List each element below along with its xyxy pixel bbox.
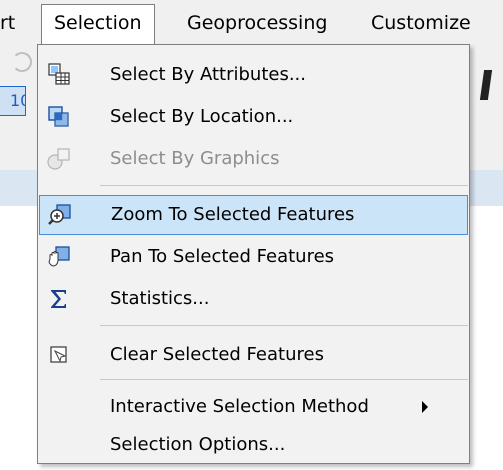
pan-to-selected-icon bbox=[47, 245, 71, 269]
menu-selection[interactable]: Selection bbox=[41, 4, 155, 46]
menu-item-select-by-graphics: Select By Graphics bbox=[38, 139, 469, 179]
menu-customize[interactable]: Customize bbox=[371, 12, 471, 34]
menu-geoprocessing[interactable]: Geoprocessing bbox=[187, 12, 327, 34]
menu-item-label: Select By Location... bbox=[110, 106, 294, 127]
menu-item-label: Zoom To Selected Features bbox=[111, 204, 355, 225]
menubar: rt Selection Geoprocessing Customize bbox=[0, 0, 503, 46]
menu-item-label: Select By Attributes... bbox=[110, 64, 306, 85]
select-by-location-icon bbox=[47, 105, 71, 129]
menu-item-select-by-attributes[interactable]: Select By Attributes... bbox=[38, 55, 469, 95]
toolbar-row-background-right bbox=[470, 170, 503, 206]
menu-item-label: Pan To Selected Features bbox=[110, 246, 335, 267]
sigma-icon bbox=[47, 287, 71, 311]
menu-item-label: Select By Graphics bbox=[110, 148, 280, 169]
zoom-to-selected-icon bbox=[48, 203, 72, 227]
scale-combo[interactable]: 10 bbox=[0, 86, 26, 116]
menu-separator bbox=[100, 379, 468, 380]
menu-item-interactive-selection-method[interactable]: Interactive Selection Method bbox=[38, 387, 469, 427]
submenu-arrow-icon bbox=[422, 401, 428, 413]
toolbar-row-background bbox=[0, 170, 40, 206]
menu-separator bbox=[100, 325, 468, 326]
menu-separator bbox=[100, 185, 468, 186]
refresh-icon bbox=[12, 52, 32, 72]
menu-item-label: Selection Options... bbox=[110, 434, 286, 455]
menu-item-clear-selected-features[interactable]: Clear Selected Features bbox=[38, 335, 469, 375]
clear-selection-icon bbox=[47, 343, 71, 367]
select-by-graphics-icon bbox=[47, 147, 71, 171]
menu-item-select-by-location[interactable]: Select By Location... bbox=[38, 97, 469, 137]
menu-item-label: Interactive Selection Method bbox=[110, 396, 369, 417]
menu-item-pan-to-selected-features[interactable]: Pan To Selected Features bbox=[38, 237, 469, 277]
menu-item-statistics[interactable]: Statistics... bbox=[38, 279, 469, 319]
menu-item-zoom-to-selected-features[interactable]: Zoom To Selected Features bbox=[39, 195, 468, 235]
menu-insert-partial[interactable]: rt bbox=[0, 12, 15, 34]
menu-item-label: Clear Selected Features bbox=[110, 344, 324, 365]
selection-dropdown-menu: Select By Attributes... Select By Locati… bbox=[37, 44, 470, 464]
menu-item-selection-options[interactable]: Selection Options... bbox=[38, 425, 469, 465]
select-by-attributes-icon bbox=[47, 63, 71, 87]
menu-item-label: Statistics... bbox=[110, 288, 210, 309]
